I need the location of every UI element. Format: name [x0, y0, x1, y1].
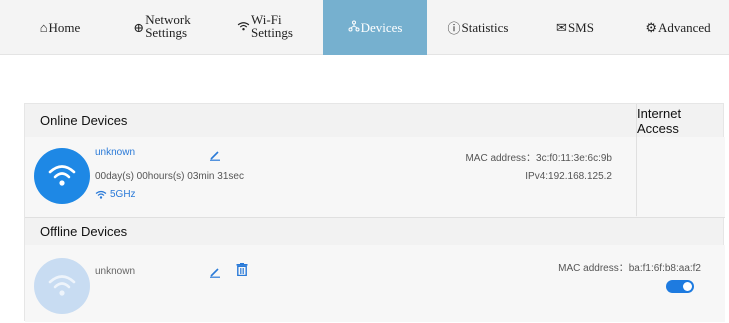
nav-home-label: Home — [48, 19, 81, 35]
nav-statistics-label: Statistics — [461, 19, 509, 35]
nav-wifi-settings[interactable]: Wi-Fi Settings — [220, 0, 310, 55]
nav-network-label-1: Network — [145, 11, 191, 27]
gear-icon: ⚙ — [645, 19, 657, 35]
offline-device-name[interactable]: unknown — [95, 266, 135, 277]
nav-advanced-label: Advanced — [657, 19, 711, 35]
device-avatar — [34, 148, 90, 204]
wifi-icon — [48, 165, 76, 186]
online-device-band-label: 5GHz — [110, 189, 136, 200]
nav-sms[interactable]: ✉ SMS — [540, 0, 610, 55]
offline-devices-header: Offline Devices — [40, 224, 128, 239]
device-avatar — [34, 258, 90, 314]
devices-icon — [348, 20, 360, 36]
online-devices-header: Online Devices — [40, 113, 128, 128]
online-device-ip: IPv4:192.168.125.2 — [525, 171, 612, 182]
online-device-band: 5GHz — [95, 189, 136, 200]
statistics-icon: ⓘ — [447, 21, 461, 36]
online-device-mac: MAC address：3c:f0:11:3e:6c:9b — [465, 153, 612, 164]
offline-device-row: unknown MAC address：ba:f1:6f:b8:aa:f2 — [25, 245, 725, 322]
home-icon: ⌂ — [39, 19, 48, 35]
online-device-name[interactable]: unknown — [95, 147, 135, 158]
nav-advanced[interactable]: ⚙ Advanced — [630, 0, 726, 55]
nav-wifi-label-2: Settings — [251, 24, 293, 40]
online-device-uptime: 00day(s) 00hours(s) 03min 31sec — [95, 171, 244, 182]
wifi-icon — [48, 275, 76, 296]
wifi-band-icon — [95, 190, 107, 199]
nav-network-label-2: Settings — [145, 24, 188, 40]
internet-access-toggle[interactable] — [666, 280, 694, 293]
edit-icon[interactable] — [209, 265, 221, 283]
nav-statistics[interactable]: ⓘ Statistics — [436, 0, 520, 55]
edit-icon[interactable] — [209, 148, 221, 166]
nav-network-settings[interactable]: ⊕ Network Settings — [112, 0, 212, 55]
devices-card: Online Devices Internet Access unknown 0… — [24, 103, 725, 322]
internet-access-header: Internet Access — [637, 105, 682, 136]
online-device-row: unknown 00day(s) 00hours(s) 03min 31sec … — [25, 137, 636, 217]
online-internet-access-cell — [637, 137, 725, 217]
nav-home[interactable]: ⌂ Home — [20, 0, 100, 55]
envelope-icon: ✉ — [556, 19, 567, 35]
nav-wifi-label-1: Wi-Fi — [251, 11, 282, 27]
nav-sms-label: SMS — [567, 19, 594, 35]
nav-devices-label: Devices — [360, 19, 403, 35]
globe-icon: ⊕ — [133, 19, 145, 35]
offline-device-mac: MAC address：ba:f1:6f:b8:aa:f2 — [558, 263, 701, 274]
top-nav: ⌂ Home ⊕ Network Settings Wi-Fi Settings… — [0, 0, 729, 55]
wifi-icon — [237, 20, 250, 36]
toggle-knob — [683, 282, 692, 291]
trash-icon[interactable] — [236, 263, 248, 281]
nav-devices[interactable]: Devices — [323, 0, 427, 55]
